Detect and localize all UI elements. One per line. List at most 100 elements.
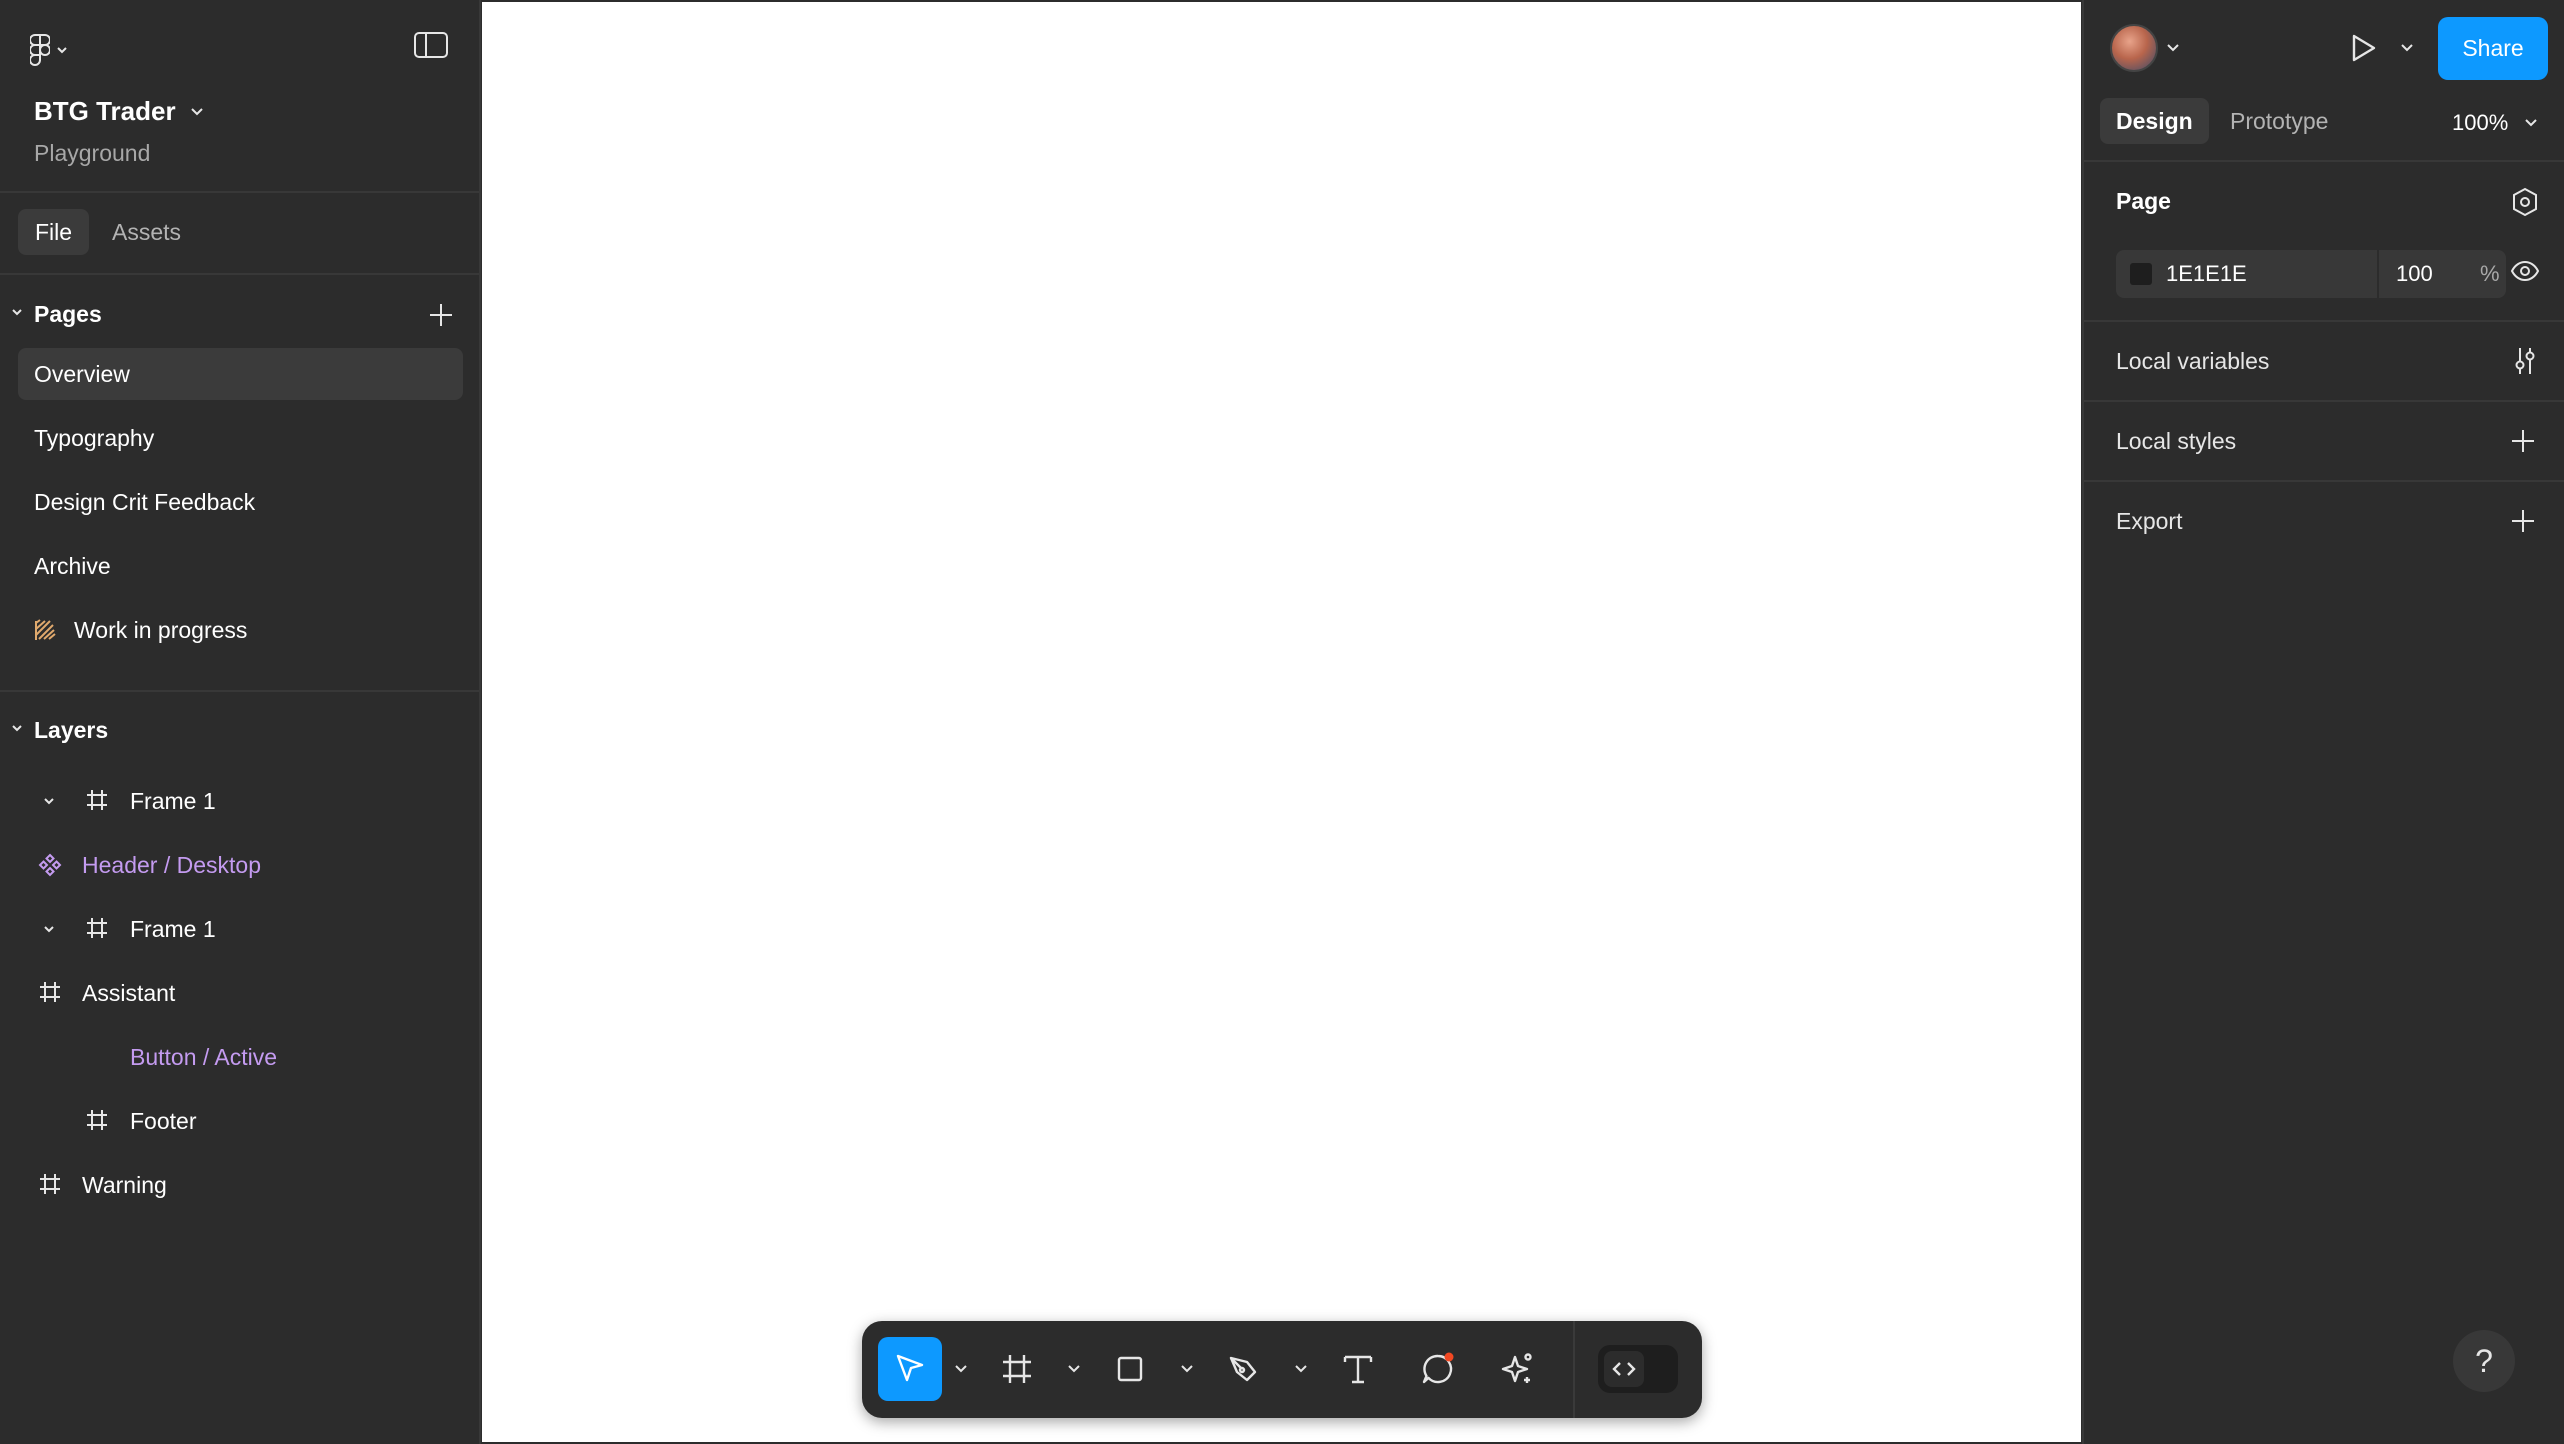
frame-icon bbox=[86, 1109, 108, 1131]
add-page-icon[interactable] bbox=[428, 302, 454, 328]
chevron-down-icon[interactable] bbox=[42, 922, 56, 936]
comment-tool-button[interactable] bbox=[1406, 1337, 1470, 1401]
file-name-button[interactable]: BTG Trader bbox=[34, 96, 204, 127]
divider bbox=[2084, 320, 2564, 322]
layer-label: Frame 1 bbox=[130, 787, 216, 814]
chevron-down-icon[interactable] bbox=[954, 1363, 968, 1375]
help-button[interactable]: ? bbox=[2453, 1330, 2515, 1392]
avatar[interactable] bbox=[2110, 24, 2158, 72]
layers-list: Frame 1 Header / Desktop Frame 1 Assista… bbox=[0, 775, 479, 1223]
divider bbox=[2084, 400, 2564, 402]
visibility-eye-icon[interactable] bbox=[2510, 260, 2540, 282]
add-export-icon[interactable] bbox=[2510, 508, 2536, 534]
code-icon bbox=[1611, 1360, 1637, 1378]
text-tool-button[interactable] bbox=[1326, 1337, 1390, 1401]
layer-header-desktop[interactable]: Header / Desktop bbox=[0, 839, 479, 891]
frame-tool-button[interactable] bbox=[988, 1337, 1046, 1401]
page-label: Overview bbox=[34, 360, 130, 387]
chevron-down-icon[interactable] bbox=[10, 305, 24, 319]
bottom-toolbar bbox=[862, 1321, 1702, 1418]
tab-assets[interactable]: Assets bbox=[95, 209, 198, 255]
striped-flag-icon bbox=[34, 619, 58, 641]
present-play-icon[interactable] bbox=[2348, 33, 2378, 63]
page-item-typography[interactable]: Typography bbox=[18, 412, 463, 464]
chevron-down-icon[interactable] bbox=[10, 721, 24, 735]
bg-hex-value[interactable]: 1E1E1E bbox=[2166, 261, 2247, 287]
ai-tool-button[interactable] bbox=[1486, 1337, 1550, 1401]
page-section-title: Page bbox=[2116, 188, 2171, 214]
file-name: BTG Trader bbox=[34, 96, 176, 126]
tab-file[interactable]: File bbox=[18, 209, 90, 255]
chevron-down-icon[interactable] bbox=[1294, 1363, 1308, 1375]
layer-frame-1[interactable]: Frame 1 bbox=[0, 903, 479, 955]
right-tabs: Design Prototype 100% bbox=[2084, 96, 2564, 160]
layer-label: Frame 1 bbox=[130, 915, 216, 942]
zoom-dropdown[interactable]: 100% bbox=[2452, 110, 2538, 136]
pen-icon bbox=[1227, 1352, 1261, 1386]
local-styles-label[interactable]: Local styles bbox=[2116, 428, 2236, 455]
page-label: Typography bbox=[34, 424, 155, 451]
chevron-down-icon[interactable] bbox=[2400, 42, 2414, 54]
layer-footer[interactable]: Footer bbox=[0, 1095, 479, 1147]
divider bbox=[0, 690, 479, 692]
canvas[interactable] bbox=[482, 2, 2081, 1442]
variables-icon[interactable] bbox=[2510, 346, 2540, 376]
dev-mode-knob bbox=[1604, 1351, 1644, 1387]
frame-icon bbox=[39, 981, 61, 1003]
percent-unit: % bbox=[2480, 261, 2500, 286]
dev-mode-toggle[interactable] bbox=[1598, 1345, 1678, 1393]
style-settings-icon[interactable] bbox=[2510, 187, 2540, 217]
tab-prototype[interactable]: Prototype bbox=[2214, 98, 2344, 144]
chevron-down-icon[interactable] bbox=[2166, 42, 2180, 54]
frame-icon bbox=[39, 1173, 61, 1195]
share-button[interactable]: Share bbox=[2438, 17, 2548, 80]
move-icon bbox=[893, 1352, 927, 1386]
layer-label: Header / Desktop bbox=[82, 851, 261, 878]
chevron-down-icon[interactable] bbox=[1180, 1363, 1194, 1375]
project-name[interactable]: Playground bbox=[34, 140, 150, 167]
pages-header[interactable]: Pages bbox=[0, 288, 479, 340]
rectangle-icon bbox=[1116, 1355, 1144, 1383]
pen-tool-button[interactable] bbox=[1212, 1337, 1276, 1401]
layer-warning[interactable]: Warning bbox=[0, 1159, 479, 1211]
layer-label: Footer bbox=[130, 1107, 197, 1134]
file-header: BTG Trader Playground bbox=[0, 0, 479, 193]
shape-tool-button[interactable] bbox=[1098, 1337, 1162, 1401]
tab-design[interactable]: Design bbox=[2100, 98, 2209, 144]
move-tool-button[interactable] bbox=[878, 1337, 942, 1401]
page-label: Work in progress bbox=[74, 616, 248, 643]
page-item-archive[interactable]: Archive bbox=[18, 540, 463, 592]
opacity-value[interactable]: 100 bbox=[2396, 261, 2433, 287]
figma-editor: BTG Trader Playground File Assets Pages … bbox=[0, 0, 2564, 1444]
chevron-down-icon[interactable] bbox=[1067, 1363, 1081, 1375]
main-menu-button[interactable] bbox=[30, 30, 68, 70]
right-panel: Share Design Prototype 100% Page 1E1E1E … bbox=[2082, 0, 2564, 1444]
divider bbox=[2377, 250, 2379, 298]
frame-tool-icon bbox=[1001, 1353, 1033, 1385]
chevron-down-icon[interactable] bbox=[42, 794, 56, 808]
add-style-icon[interactable] bbox=[2510, 428, 2536, 454]
export-label[interactable]: Export bbox=[2116, 508, 2182, 535]
layer-label: Button / Active bbox=[130, 1043, 278, 1070]
ai-sparkle-icon bbox=[1500, 1351, 1536, 1387]
page-item-design-crit-feedback[interactable]: Design Crit Feedback bbox=[18, 476, 463, 528]
page-label: Archive bbox=[34, 552, 111, 579]
local-variables-label[interactable]: Local variables bbox=[2116, 348, 2269, 375]
text-icon bbox=[1341, 1352, 1375, 1386]
divider bbox=[2084, 480, 2564, 482]
layers-header[interactable]: Layers bbox=[0, 704, 479, 756]
left-panel: BTG Trader Playground File Assets Pages … bbox=[0, 0, 481, 1444]
layer-label: Warning bbox=[82, 1171, 167, 1198]
left-tabs: File Assets bbox=[0, 193, 479, 275]
page-item-work-in-progress[interactable]: Work in progress bbox=[18, 604, 463, 656]
layer-button-active[interactable]: Button / Active bbox=[0, 1031, 479, 1083]
toggle-sidebar-icon[interactable] bbox=[414, 32, 448, 58]
page-background-field[interactable]: 1E1E1E 100 % bbox=[2116, 250, 2506, 298]
page-item-overview[interactable]: Overview bbox=[18, 348, 463, 400]
layer-frame-1[interactable]: Frame 1 bbox=[0, 775, 479, 827]
pages-list: Overview Typography Design Crit Feedback… bbox=[0, 348, 479, 668]
layer-assistant[interactable]: Assistant bbox=[0, 967, 479, 1019]
chevron-down-icon bbox=[56, 46, 68, 54]
pages-title: Pages bbox=[34, 300, 102, 327]
color-swatch[interactable] bbox=[2130, 263, 2152, 285]
